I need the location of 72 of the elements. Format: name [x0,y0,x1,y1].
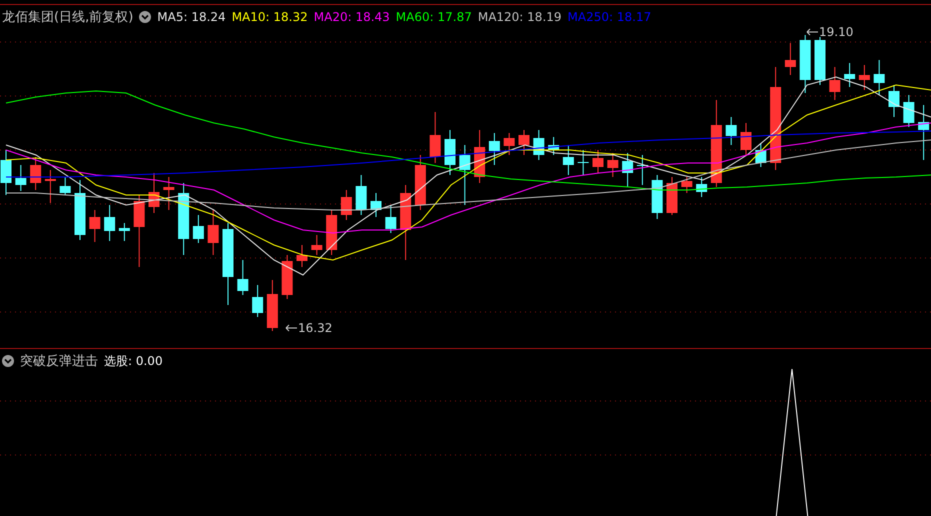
candlestick [888,84,900,118]
candlestick [518,130,530,156]
indicator-title: 突破反弹进击 [20,353,98,370]
candlestick [430,112,441,164]
candlestick [44,170,56,204]
candlestick [592,150,604,174]
candlestick [192,214,204,244]
candlestick [578,150,589,176]
candlestick [60,176,71,196]
candlestick [296,244,308,268]
candlestick [504,132,515,156]
candlestick [163,176,174,210]
candlestick [414,154,426,210]
candlestick [15,164,26,192]
candlestick [666,176,678,216]
dropdown-chevron-icon[interactable] [139,11,152,23]
candlestick [918,104,930,160]
candlestick [74,180,86,240]
candlestick [562,144,574,176]
candlestick [814,36,826,86]
candlestick [636,154,648,186]
candlestick [622,152,634,188]
candlestick [784,42,796,76]
candlestick [696,176,708,198]
candlestick [681,176,692,194]
candlestick [533,130,544,160]
candlestick [311,234,322,256]
candlestick [607,152,618,178]
indicator-reading: 选股: 0.00 [104,352,163,370]
dropdown-chevron-icon[interactable] [2,355,14,367]
candlestick [208,210,219,256]
candlestick [385,204,396,234]
candlestick [800,34,811,94]
moving-average-value: MA120: 18.19 [478,10,562,24]
candlestick [326,210,338,256]
candlestick [118,222,130,242]
candlestick [356,174,367,216]
candlestick [0,150,12,196]
high-price-label: 19.10 [819,25,854,39]
candlestick [89,210,100,242]
low-price-label: 16.32 [298,321,332,335]
candlestick [282,254,293,300]
candlestick [548,136,560,156]
candlestick [474,130,486,184]
arrow-left-icon [285,324,297,332]
candlestick [252,284,264,318]
moving-average-value: MA250: 18.17 [568,10,652,24]
candlestick [237,260,248,296]
candlestick [858,64,870,90]
candlestick [30,156,42,190]
candlestick [726,116,737,146]
candlestick [829,66,840,100]
candlestick [370,192,382,218]
candlestick [266,280,278,332]
candlestick [104,204,116,242]
candlestick [340,190,352,220]
moving-average-value: MA5: 18.24 [157,10,226,24]
moving-average-value: MA60: 17.87 [396,10,472,24]
candlestick [874,60,885,96]
candlestick [148,172,160,214]
arrow-left-icon [806,28,818,36]
candlestick [844,62,856,88]
moving-average-value: MA10: 18.32 [232,10,308,24]
candlestick [459,144,470,206]
candlestick [903,94,914,128]
moving-average-value: MA20: 18.43 [314,10,390,24]
candlestick [488,132,500,166]
chart-title: 龙佰集团(日线,前复权) [2,9,134,26]
candlestick [444,130,456,176]
candlestick [652,174,663,220]
candlestick [740,122,752,156]
candlestick [755,142,766,168]
